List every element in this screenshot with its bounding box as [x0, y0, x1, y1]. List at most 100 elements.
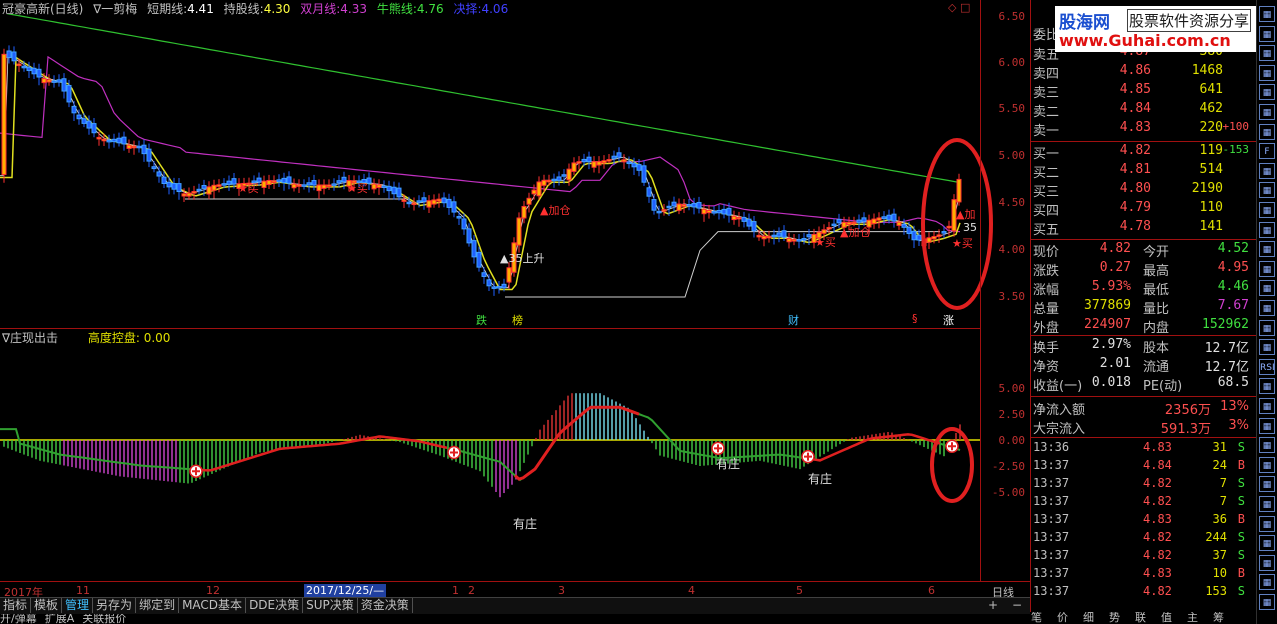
move-icon[interactable]: ▦	[1259, 378, 1275, 395]
candle	[756, 234, 762, 238]
tool-icon[interactable]: ▦	[1259, 594, 1275, 610]
quote-bottom-tabs: 笔价细势联值主筹	[1031, 612, 1256, 624]
bid-row[interactable]: 买四 4.79 110	[1033, 200, 1253, 219]
candle	[696, 201, 702, 209]
time-label: 3	[558, 584, 565, 597]
chart-icon[interactable]: ▦	[1259, 260, 1275, 277]
quote-tab[interactable]: 细	[1083, 612, 1094, 624]
chart-icon[interactable]: ▦	[1259, 280, 1275, 297]
tab-dde[interactable]: DDE决策	[246, 598, 304, 613]
zoom-in-button[interactable]: +	[988, 598, 998, 612]
candle	[691, 203, 697, 208]
event-list-marker[interactable]: 榜	[512, 312, 523, 328]
tab-template[interactable]: 模板	[31, 598, 63, 613]
candle	[476, 251, 482, 268]
candle	[391, 186, 397, 195]
chart-icon[interactable]: ▦	[1259, 300, 1275, 316]
tool-icon[interactable]: ▦	[1259, 535, 1275, 552]
quote-tab[interactable]: 主	[1187, 612, 1198, 624]
stat-row: 外盘 224907 内盘 152962	[1033, 317, 1249, 336]
candle	[66, 84, 72, 103]
danmu-button[interactable]: 开/弹幕	[0, 614, 37, 624]
candle	[796, 239, 802, 242]
extend-button[interactable]: 扩展A	[45, 614, 75, 624]
candle	[606, 159, 612, 162]
bid-row[interactable]: 买五 4.78 141	[1033, 219, 1253, 238]
event-finance-marker[interactable]: 财	[788, 312, 799, 328]
tool-icon[interactable]: ▦	[1259, 456, 1275, 473]
tool-icon[interactable]: ▦	[1259, 554, 1275, 571]
event-news-marker[interactable]: §	[912, 312, 918, 325]
candle	[106, 139, 112, 143]
tab-fund[interactable]: 资金决策	[358, 598, 413, 613]
candle	[781, 230, 787, 238]
quote-tab[interactable]: 势	[1109, 612, 1120, 624]
pen-icon[interactable]: ▦	[1259, 398, 1275, 414]
chart-icon[interactable]: ▦	[1259, 202, 1275, 218]
tab-macd[interactable]: MACD基本	[179, 598, 247, 613]
ind-tick: -5.00	[991, 486, 1025, 499]
panel-controls-icon[interactable]: ◇ □	[948, 1, 970, 14]
candle	[71, 105, 77, 114]
ask-row[interactable]: 卖二 4.84 462	[1033, 101, 1253, 120]
tool-icon[interactable]: ▦	[1259, 574, 1275, 591]
tab-indicator[interactable]: 指标	[0, 598, 32, 613]
bid-row[interactable]: 买一 4.82 119 -153	[1033, 143, 1253, 162]
chart-icon[interactable]: ▦	[1259, 319, 1275, 336]
candle	[661, 209, 667, 212]
chart-icon[interactable]: ▦	[1259, 182, 1275, 199]
tab-sup[interactable]: SUP决策	[303, 598, 358, 613]
rsi-icon[interactable]: RSI	[1259, 358, 1275, 375]
ask-row[interactable]: 卖四 4.86 1468	[1033, 63, 1253, 82]
quote-tab[interactable]: 笔	[1031, 612, 1042, 624]
candle	[566, 168, 572, 181]
event-rise-marker[interactable]: 涨	[943, 312, 954, 328]
related-quote-button[interactable]: 关联报价	[82, 614, 126, 624]
table-icon[interactable]: ▦	[1259, 123, 1275, 140]
tab-save-as[interactable]: 另存为	[93, 598, 137, 613]
ask-row[interactable]: 卖一 4.83 220 +100	[1033, 120, 1253, 139]
candle	[896, 221, 902, 226]
signal-buy-1: ★买	[238, 182, 259, 195]
candle	[806, 234, 812, 238]
quote-tab[interactable]: 值	[1161, 612, 1172, 624]
window-icon[interactable]: ▦	[1259, 6, 1275, 22]
candle	[266, 179, 272, 186]
candle	[731, 215, 737, 221]
chart-icon[interactable]: ▦	[1259, 241, 1275, 258]
ask-row[interactable]: 卖三 4.85 641	[1033, 82, 1253, 101]
chart-icon[interactable]: ▦	[1259, 221, 1275, 238]
indicator-panel[interactable]: ∇庄现出击 高度控盘: 0.00 有庄 有庄 有庄	[0, 329, 980, 581]
tool-icon[interactable]: ▦	[1259, 515, 1275, 532]
tab-manage[interactable]: 管理	[62, 598, 94, 613]
candle	[571, 162, 577, 172]
event-fall-marker[interactable]: 跌	[476, 312, 487, 328]
list-icon[interactable]: ▦	[1259, 25, 1275, 42]
table-icon[interactable]: ▦	[1259, 84, 1275, 101]
logo-text-main: 股海网	[1059, 13, 1110, 33]
f10-icon[interactable]: F	[1259, 143, 1275, 160]
tab-bind[interactable]: 绑定到	[136, 598, 180, 613]
quote-tab[interactable]: 联	[1135, 612, 1146, 624]
table-icon[interactable]: ▦	[1259, 64, 1275, 81]
quote-tab[interactable]: 筹	[1213, 612, 1224, 624]
tool-icon[interactable]: ▦	[1259, 496, 1275, 512]
quote-tab[interactable]: 价	[1057, 612, 1068, 624]
grid-icon[interactable]: ▦	[1259, 45, 1275, 62]
tool-icon[interactable]: ▦	[1259, 476, 1275, 493]
candle	[631, 162, 637, 168]
tool-icon[interactable]: ▦	[1259, 417, 1275, 434]
time-label: 6	[928, 584, 935, 597]
tool-icon[interactable]: ▦	[1259, 437, 1275, 454]
table-icon[interactable]: ▦	[1259, 104, 1275, 120]
bid-row[interactable]: 买三 4.80 2190	[1033, 181, 1253, 200]
chart-icon[interactable]: ▦	[1259, 339, 1275, 356]
chart-icon[interactable]: ▦	[1259, 162, 1275, 179]
candle	[766, 235, 772, 239]
candle	[146, 148, 152, 162]
candle	[536, 181, 542, 197]
candle	[481, 272, 487, 277]
main-chart-panel[interactable]: 冠豪高新(日线) ∇一剪梅 短期线:4.41 持股线:4.30 双月线:4.33…	[0, 0, 993, 329]
zoom-out-button[interactable]: −	[1012, 598, 1022, 612]
bid-row[interactable]: 买二 4.81 514	[1033, 162, 1253, 181]
